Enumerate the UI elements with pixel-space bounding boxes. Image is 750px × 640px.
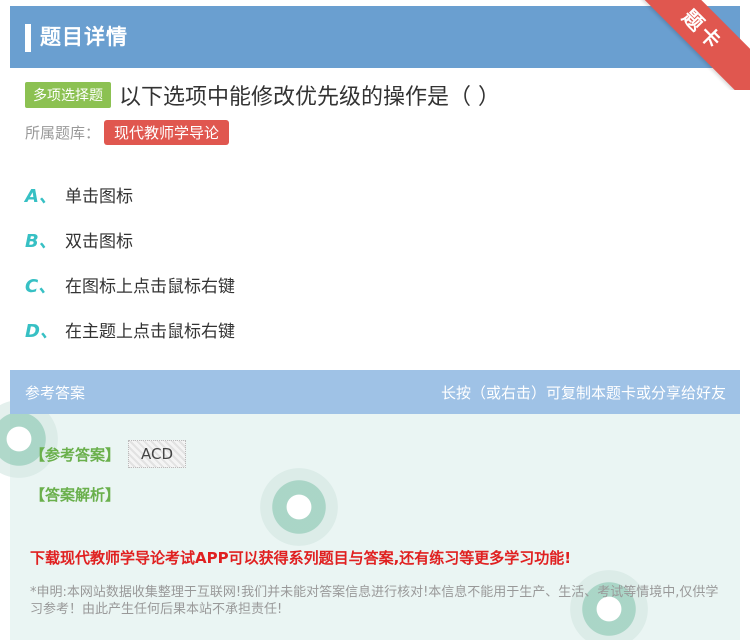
option-b[interactable]: B、 双击图标 — [25, 217, 235, 262]
option-letter: C、 — [25, 275, 57, 297]
question-text: 以下选项中能修改优先级的操作是（ ） — [119, 85, 500, 110]
header-accent-bar — [25, 24, 31, 52]
reference-answer-value[interactable]: ACD — [128, 440, 187, 468]
question-type-badge: 多项选择题 — [25, 82, 111, 108]
options-list: A、 单击图标 B、 双击图标 C、 在图标上点击鼠标右键 D、 在主题上点击鼠… — [25, 172, 235, 352]
option-text: 在图标上点击鼠标右键 — [65, 277, 235, 297]
option-text: 双击图标 — [65, 232, 133, 252]
page-title: 题目详情 — [40, 25, 128, 49]
question-row: 多项选择题 以下选项中能修改优先级的操作是（ ） — [25, 80, 500, 110]
app-download-promo[interactable]: 下载现代教师学导论考试APP可以获得系列题目与答案,还有练习等更多学习功能! — [30, 547, 571, 568]
answer-header-title: 参考答案 — [25, 384, 86, 402]
option-a[interactable]: A、 单击图标 — [25, 172, 235, 217]
option-text: 单击图标 — [65, 187, 133, 207]
option-letter: D、 — [25, 320, 58, 342]
disclaimer-text: *申明:本网站数据收集整理于互联网!我们并未能对答案信息进行核对!本信息不能用于… — [30, 585, 719, 617]
answer-header: 参考答案 长按（或右击）可复制本题卡或分享给好友 — [10, 370, 740, 414]
question-bank-label: 所属题库： — [25, 124, 101, 142]
option-letter: A、 — [25, 185, 57, 207]
copy-share-hint: 长按（或右击）可复制本题卡或分享给好友 — [440, 384, 726, 402]
option-text: 在主题上点击鼠标右键 — [65, 322, 235, 342]
corner-ribbon-wrap: 题卡 — [640, 0, 750, 90]
option-d[interactable]: D、 在主题上点击鼠标右键 — [25, 307, 235, 352]
reference-answer-label: 【参考答案】 — [30, 445, 121, 464]
option-letter: B、 — [25, 230, 57, 252]
question-bank-row: 所属题库： 现代教师学导论 — [25, 120, 230, 145]
reference-answer-row: 【参考答案】 ACD — [30, 440, 187, 468]
header-bar: 题目详情 — [10, 6, 740, 68]
answer-panel: 参考答案 长按（或右击）可复制本题卡或分享给好友 【参考答案】 ACD 【答案解… — [0, 370, 740, 640]
option-c[interactable]: C、 在图标上点击鼠标右键 — [25, 262, 235, 307]
question-card-ribbon[interactable]: 题卡 — [640, 0, 750, 90]
answer-analysis-label: 【答案解析】 — [30, 486, 121, 504]
question-bank-tag[interactable]: 现代教师学导论 — [104, 120, 230, 145]
watermark-logo — [260, 468, 338, 546]
